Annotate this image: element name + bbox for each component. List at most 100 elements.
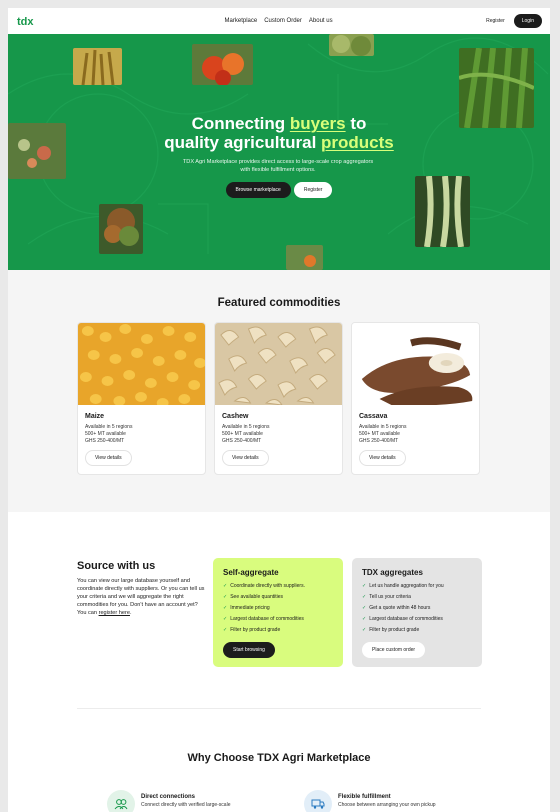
card-title: Maize: [85, 413, 105, 420]
svg-text:tdx: tdx: [17, 16, 34, 27]
photo-crop-bottom: [286, 245, 323, 270]
list-item-text: Immediate pricing: [230, 605, 270, 611]
top-nav: tdx Marketplace Custom Order About us Re…: [8, 8, 550, 34]
card-price: GHS 250-400/MT: [85, 438, 125, 444]
hero-buttons: Browse marketplace Register: [8, 182, 550, 198]
feature-title: Direct connections: [141, 794, 196, 800]
featured-section: Featured commodities Maize Available in …: [8, 270, 550, 512]
card-details: Available in 5 regions 500+ MT available…: [78, 420, 205, 445]
list-item: ✓ Tell us your criteria: [362, 592, 472, 603]
hero-title-part: Connecting: [191, 114, 290, 133]
photo-cashew-apples: [192, 44, 253, 85]
list-item: ✓ Filter by product grade: [223, 625, 333, 636]
self-aggregate-title: Self-aggregate: [223, 568, 279, 577]
source-body-suffix: .: [129, 610, 132, 616]
hero-title-part: quality agricultural: [164, 133, 322, 152]
list-item-text: Filter by product grade: [230, 627, 281, 633]
check-icon: ✓: [362, 627, 367, 633]
list-item-text: Coordinate directly with suppliers.: [230, 583, 305, 589]
list-item: ✓ Coordinate directly with suppliers.: [223, 581, 333, 592]
feature-direct-connections: Direct connections Connect directly with…: [107, 790, 230, 812]
check-icon: ✓: [362, 594, 367, 600]
list-item: ✓ See available quantities: [223, 592, 333, 603]
nav-links: Marketplace Custom Order About us: [225, 18, 333, 24]
hero-highlight-buyers: buyers: [289, 114, 346, 133]
register-link[interactable]: Register: [486, 18, 505, 24]
source-body-text: You can view our large database yourself…: [77, 578, 205, 616]
tdx-logo[interactable]: tdx: [17, 15, 43, 27]
list-item: ✓ Immediate pricing: [223, 603, 333, 614]
card-title: Cassava: [359, 413, 388, 420]
hero-title-part: to: [345, 114, 367, 133]
cassava-image: [352, 323, 479, 405]
check-icon: ✓: [362, 605, 367, 611]
self-aggregate-list: ✓ Coordinate directly with suppliers. ✓ Se…: [223, 581, 333, 636]
feature-description: Choose between arranging your own pickup: [338, 802, 436, 808]
list-item-text: Tell us your criteria: [369, 594, 411, 600]
truck-icon: [304, 790, 332, 812]
check-icon: ✓: [223, 583, 228, 589]
list-item-text: Filter by product grade: [369, 627, 420, 633]
view-details-button[interactable]: View details: [85, 450, 132, 466]
card-quantity: 500+ MT available: [359, 431, 400, 437]
list-item-text: Largest database of commodities: [230, 616, 304, 622]
view-details-button[interactable]: View details: [359, 450, 406, 466]
check-icon: ✓: [223, 616, 228, 622]
card-price: GHS 250-400/MT: [222, 438, 262, 444]
photo-leaves-top: [329, 34, 374, 56]
source-body: You can view our large database yourself…: [77, 577, 205, 617]
check-icon: ✓: [223, 627, 228, 633]
feature-flexible-fulfillment: Flexible fulfillment Choose between arra…: [304, 790, 436, 812]
check-icon: ✓: [362, 616, 367, 622]
browse-marketplace-button[interactable]: Browse marketplace: [225, 182, 291, 198]
card-quantity: 500+ MT available: [222, 431, 263, 437]
source-section: Source with us You can view our large da…: [8, 512, 550, 712]
check-icon: ✓: [223, 594, 228, 600]
list-item: ✓ Largest database of commodities: [362, 614, 472, 625]
card-title: Cashew: [222, 413, 249, 420]
view-details-button[interactable]: View details: [222, 450, 269, 466]
register-here-link[interactable]: register here: [99, 610, 130, 616]
login-button[interactable]: Login: [513, 14, 542, 28]
start-browsing-button[interactable]: Start browsing: [223, 642, 275, 658]
card-price: GHS 250-400/MT: [359, 438, 399, 444]
card-regions: Available in 5 regions: [85, 424, 133, 430]
hero-subtitle: TDX Agri Marketplace provides direct acc…: [182, 159, 374, 173]
featured-title: Featured commodities: [217, 297, 341, 309]
check-icon: ✓: [362, 583, 367, 589]
hero-title: Connecting buyers to quality agricultura…: [8, 114, 550, 152]
page: tdx Marketplace Custom Order About us Re…: [8, 8, 550, 812]
hero-highlight-products: products: [321, 133, 394, 152]
list-item-text: Largest database of commodities: [369, 616, 443, 622]
card-regions: Available in 5 regions: [222, 424, 270, 430]
tdx-aggregates-title: TDX aggregates: [362, 568, 423, 577]
hero-register-button[interactable]: Register: [293, 182, 333, 198]
commodity-card-maize[interactable]: Maize Available in 5 regions 500+ MT ava…: [77, 322, 206, 475]
card-details: Available in 5 regions 500+ MT available…: [352, 420, 479, 445]
cashew-image: [215, 323, 342, 405]
nav-marketplace[interactable]: Marketplace: [225, 18, 258, 24]
why-title: Why Choose TDX Agri Marketplace: [187, 752, 371, 764]
source-title: Source with us: [77, 560, 156, 572]
nav-about-us[interactable]: About us: [309, 18, 333, 24]
list-item: ✓ Largest database of commodities: [223, 614, 333, 625]
section-divider: [77, 708, 481, 709]
list-item: ✓ Let us handle aggregation for you: [362, 581, 472, 592]
commodity-card-cashew[interactable]: Cashew Available in 5 regions 500+ MT av…: [214, 322, 343, 475]
self-aggregate-card: Self-aggregate ✓ Coordinate directly with…: [213, 558, 343, 667]
photo-wheat: [73, 48, 122, 85]
photo-tree-canopy: [99, 204, 143, 254]
commodity-card-cassava[interactable]: Cassava Available in 5 regions 500+ MT a…: [351, 322, 480, 475]
list-item: ✓ Get a quote within 48 hours: [362, 603, 472, 614]
commodity-cards: Maize Available in 5 regions 500+ MT ava…: [77, 322, 480, 475]
tdx-aggregates-card: TDX aggregates ✓ Let us handle aggregatio…: [352, 558, 482, 667]
place-custom-order-button[interactable]: Place custom order: [362, 642, 426, 658]
feature-title: Flexible fulfillment: [338, 794, 391, 800]
list-item-text: Get a quote within 48 hours: [369, 605, 431, 611]
hero-section: Connecting buyers to quality agricultura…: [8, 34, 550, 270]
nav-custom-order[interactable]: Custom Order: [264, 18, 302, 24]
list-item: ✓ Filter by product grade: [362, 625, 472, 636]
maize-image: [78, 323, 205, 405]
list-item-text: See available quantities: [230, 594, 284, 600]
feature-description: Connect directly with verified large-sca…: [141, 802, 231, 808]
